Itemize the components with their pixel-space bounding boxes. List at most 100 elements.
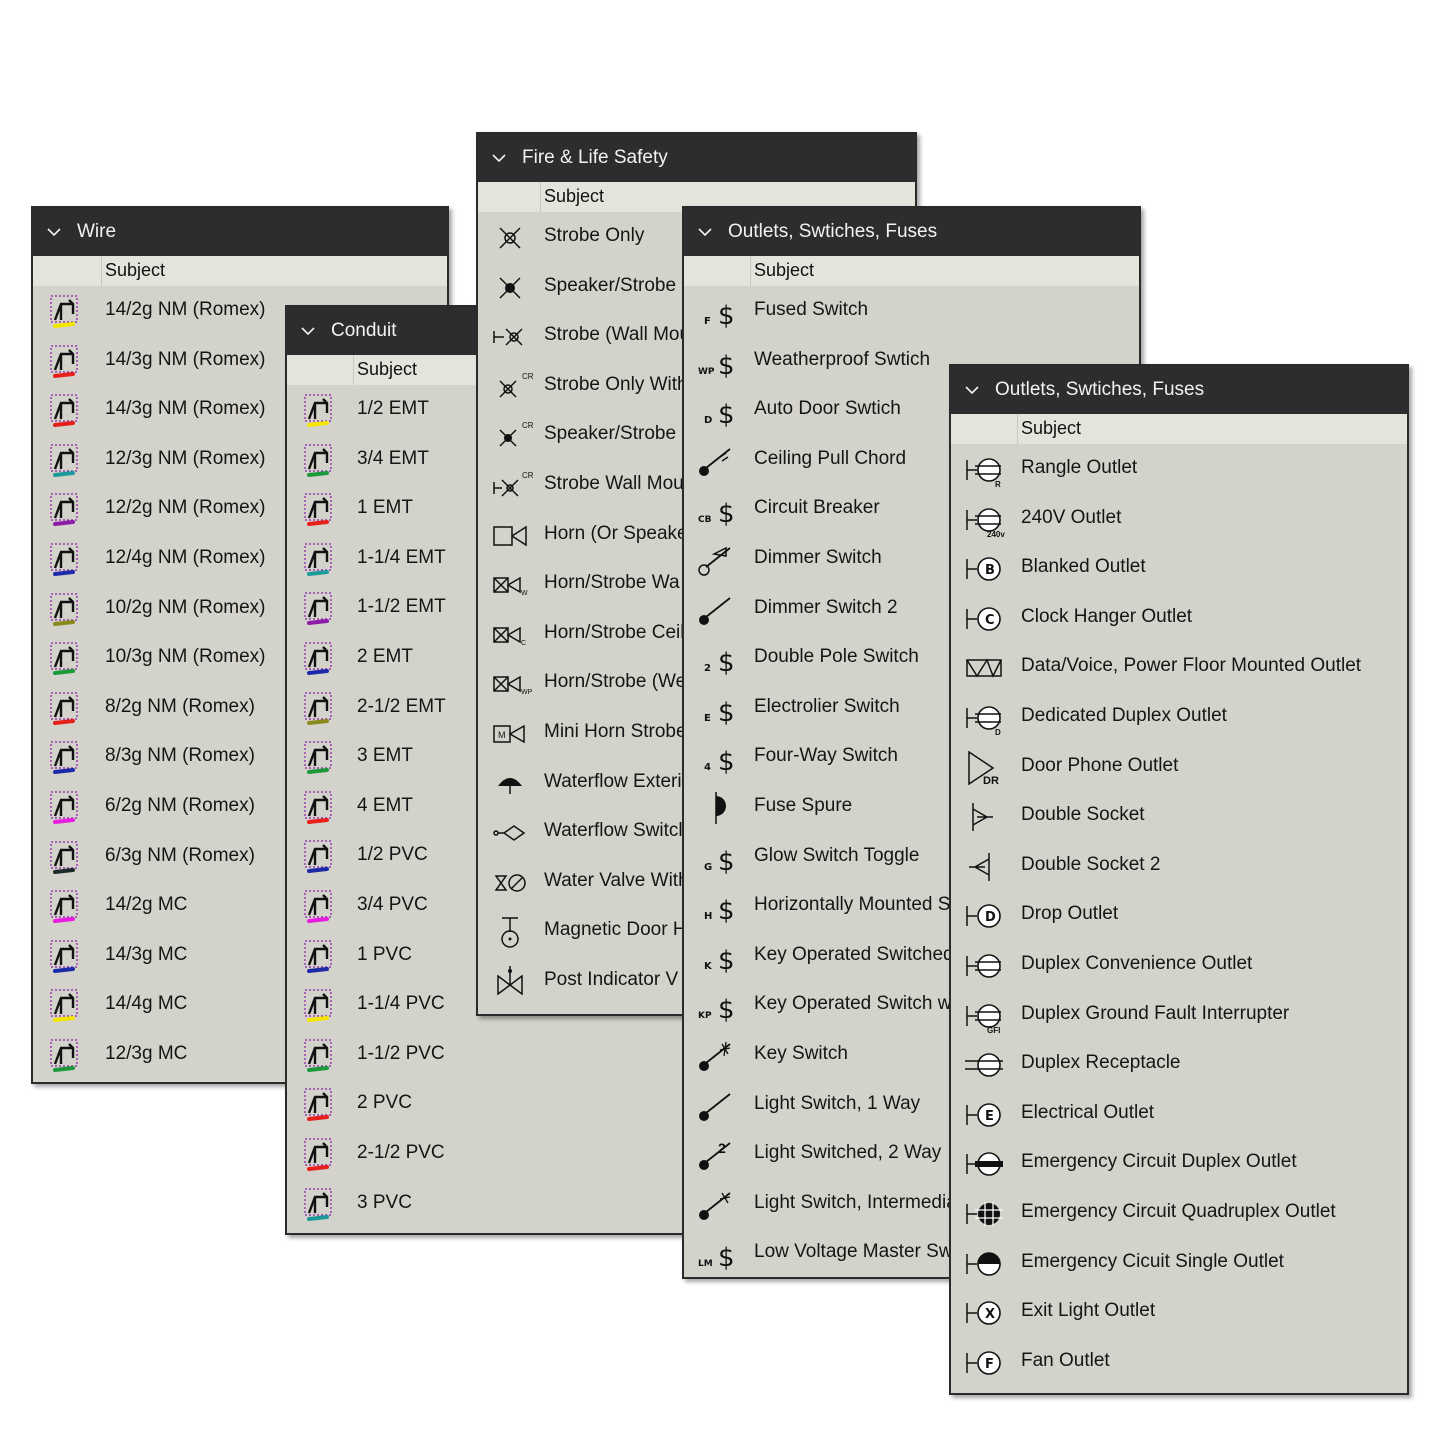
subject-column-label: Subject [754, 260, 815, 280]
list-item-label: Duplex Receptacle [1021, 1052, 1181, 1074]
list-item[interactable]: 3 PVC [287, 1179, 703, 1229]
chevron-down-icon[interactable] [698, 225, 712, 239]
list-item[interactable]: F Fan Outlet [951, 1337, 1407, 1387]
list-item-label: 2-1/2 EMT [357, 695, 446, 717]
svg-text:KP: KP [698, 1011, 712, 1021]
chevron-down-icon[interactable] [47, 225, 61, 239]
low-voltage-master-icon: LM $ [696, 1236, 740, 1273]
list-item-label: 12/3g MC [105, 1043, 188, 1064]
list-item-label: 1-1/2 EMT [357, 596, 446, 618]
list-item-label: Speaker/Strobe ( [544, 274, 688, 296]
list-item-label: Emergency Circuit Quadruplex Outlet [1021, 1201, 1336, 1222]
emergency-single-icon [963, 1246, 1007, 1282]
list-item-label: Speaker/Strobe ( [544, 423, 688, 445]
list-item[interactable]: Emergency Cicuit Single Outlet [951, 1238, 1407, 1288]
list-item-label: Dimmer Switch 2 [754, 596, 898, 618]
list-item-label: Circuit Breaker [754, 497, 880, 519]
switches-column-header[interactable]: Subject [684, 256, 1139, 286]
wire-panel-header[interactable]: Wire [33, 208, 447, 256]
list-item[interactable]: 2-1/2 PVC [287, 1129, 703, 1179]
svg-text:CR: CR [522, 372, 534, 381]
list-item[interactable]: Data/Voice, Power Floor Mounted Outlet [951, 642, 1407, 692]
fused-switch-icon: F $ [696, 294, 740, 331]
subject-column-label: Subject [1021, 418, 1082, 438]
wire-symbol-icon [45, 790, 89, 826]
list-item[interactable]: Duplex Receptacle [951, 1039, 1407, 1089]
fire-panel-title: Fire & Life Safety [522, 147, 668, 168]
svg-text:GFI: GFI [987, 1026, 1000, 1035]
list-item-label: Clock Hanger Outlet [1021, 605, 1193, 627]
svg-text:CR: CR [522, 471, 534, 480]
conduit-symbol-icon [299, 790, 343, 826]
svg-text:$: $ [718, 301, 735, 331]
outlets-column-header[interactable]: Subject [951, 414, 1407, 444]
list-item-label: Auto Door Swtich [754, 398, 901, 420]
switches-panel-header[interactable]: Outlets, Swtiches, Fuses [684, 208, 1139, 256]
list-item[interactable]: DR Door Phone Outlet [951, 742, 1407, 792]
dimmer-switch-icon [696, 542, 740, 578]
svg-text:WP: WP [698, 367, 715, 377]
light-switch-intermediate-icon [696, 1187, 740, 1223]
svg-text:W: W [521, 590, 528, 597]
magnetic-door-icon [490, 914, 534, 950]
list-item-label: Electrical Outlet [1021, 1101, 1155, 1123]
light-switch-1-way-icon [696, 1088, 740, 1124]
svg-text:G: G [704, 862, 712, 873]
four-way-switch-icon: 4 $ [696, 740, 740, 777]
fire-panel-header[interactable]: Fire & Life Safety [478, 134, 915, 182]
wire-symbol-icon [45, 889, 89, 925]
duplex-convenience-icon [963, 948, 1007, 984]
wire-column-header[interactable]: Subject [33, 256, 447, 286]
svg-text:$: $ [718, 698, 735, 728]
svg-text:2: 2 [704, 663, 711, 674]
list-item[interactable]: E Electrical Outlet [951, 1089, 1407, 1139]
wire-symbol-icon [45, 542, 89, 578]
list-item-label: 3/4 EMT [357, 447, 429, 469]
list-item[interactable]: X Exit Light Outlet [951, 1287, 1407, 1337]
list-item[interactable]: C Clock Hanger Outlet [951, 593, 1407, 643]
list-item-label: Four-Way Switch [754, 745, 898, 767]
list-item-label: Key Switch [754, 1043, 848, 1064]
list-item[interactable]: 240v 240V Outlet [951, 494, 1407, 544]
list-item-label: Emergency Circuit Duplex Outlet [1021, 1151, 1297, 1173]
dedicated-duplex-icon: D [963, 700, 1007, 737]
fuse-spur-icon [696, 790, 740, 826]
wire-symbol-icon [45, 443, 89, 479]
list-item[interactable]: 2 PVC [287, 1079, 703, 1129]
list-item-label: 8/3g NM (Romex) [105, 745, 255, 767]
chevron-down-icon[interactable] [301, 324, 315, 338]
outlets-panel-header[interactable]: Outlets, Swtiches, Fuses [951, 366, 1407, 414]
chevron-down-icon[interactable] [492, 151, 506, 165]
double-socket-icon [963, 799, 1007, 835]
svg-text:E: E [985, 1109, 994, 1124]
horn-strobe-ceiling-icon: C [490, 617, 534, 653]
chevron-down-icon[interactable] [965, 383, 979, 397]
horizontal-switch-icon: H $ [696, 889, 740, 926]
list-item-label: Waterflow Exteri [544, 770, 682, 792]
clock-hanger-outlet-icon: C [963, 601, 1007, 637]
list-item[interactable]: Duplex Convenience Outlet [951, 940, 1407, 990]
list-item[interactable]: B Blanked Outlet [951, 543, 1407, 593]
list-item[interactable]: GFI Duplex Ground Fault Interrupter [951, 990, 1407, 1040]
list-item[interactable]: Double Socket 2 [951, 841, 1407, 891]
list-item[interactable]: Double Socket [951, 791, 1407, 841]
list-item-label: Rangle Outlet [1021, 457, 1138, 478]
list-item[interactable]: Emergency Circuit Duplex Outlet [951, 1138, 1407, 1188]
key-operated-switch-icon: K $ [696, 939, 740, 976]
waterflow-exterior-icon [490, 766, 534, 802]
list-item[interactable]: D Drop Outlet [951, 890, 1407, 940]
emergency-quadruplex-icon [963, 1196, 1007, 1232]
electrolier-switch-icon: E $ [696, 691, 740, 728]
list-item[interactable]: F $ Fused Switch [684, 286, 1139, 336]
list-item[interactable]: Emergency Circuit Quadruplex Outlet [951, 1188, 1407, 1238]
list-item[interactable]: R Rangle Outlet [951, 444, 1407, 494]
list-item[interactable]: D Dedicated Duplex Outlet [951, 692, 1407, 742]
water-valve-icon [490, 865, 534, 901]
list-item[interactable]: 1-1/2 PVC [287, 1030, 703, 1080]
svg-text:D: D [704, 415, 712, 426]
conduit-symbol-icon [299, 988, 343, 1024]
double-pole-switch-icon: 2 $ [696, 641, 740, 678]
key-switch-icon [696, 1038, 740, 1074]
circuit-breaker-icon: CB $ [696, 492, 740, 529]
speaker-strobe-icon [490, 270, 534, 306]
